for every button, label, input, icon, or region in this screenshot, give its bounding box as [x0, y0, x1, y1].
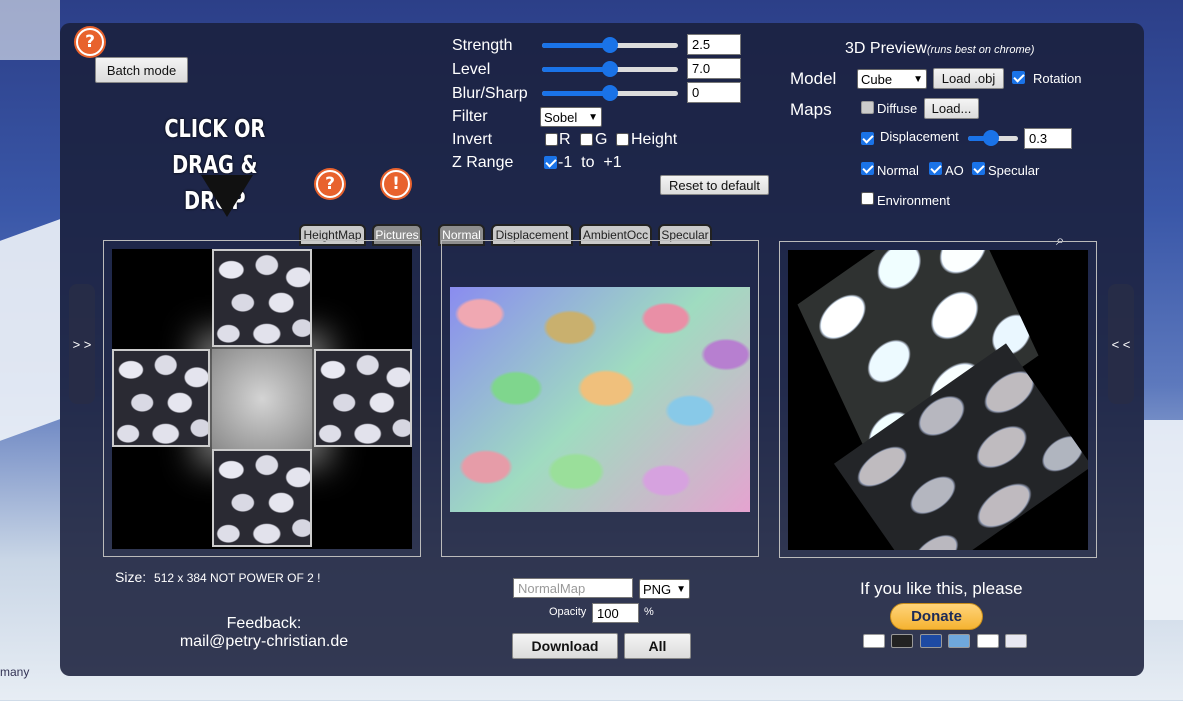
mastercard-icon: [891, 634, 914, 648]
ice-shard: [0, 0, 60, 60]
normal-checkbox[interactable]: [861, 162, 874, 175]
heightmap-viewport[interactable]: [103, 240, 421, 557]
ao-checkbox[interactable]: [929, 162, 942, 175]
open-left-panel-button[interactable]: > >: [69, 284, 95, 404]
ice-shard: [1144, 420, 1183, 620]
blur-sharp-slider[interactable]: [542, 85, 678, 101]
displacement-checkbox[interactable]: [861, 132, 874, 145]
chevron-down-icon: ▼: [676, 583, 686, 595]
environment-checkbox[interactable]: [861, 192, 874, 205]
heightmap-canvas: [112, 249, 412, 549]
opacity-percent: %: [644, 606, 654, 618]
z-range-checkbox[interactable]: [544, 156, 557, 169]
size-label: Size:: [115, 569, 147, 585]
displacement-input[interactable]: 0.3: [1024, 128, 1072, 149]
format-select[interactable]: PNG ▼: [639, 579, 690, 599]
specular-checkbox[interactable]: [972, 162, 985, 175]
level-label: Level: [452, 61, 491, 78]
normal-label: Normal: [877, 163, 919, 178]
invert-r-checkbox[interactable]: [545, 133, 558, 146]
payment-cards: [862, 634, 1028, 653]
open-right-panel-button[interactable]: < <: [1108, 284, 1134, 404]
filter-label: Filter: [452, 108, 488, 125]
invert-label: Invert: [452, 131, 493, 148]
strength-slider[interactable]: [542, 37, 678, 53]
maps-label: Maps: [790, 100, 832, 119]
model-label: Model: [790, 69, 837, 88]
level-slider[interactable]: [542, 61, 678, 77]
feedback-email[interactable]: mail@petry-christian.de: [160, 633, 368, 651]
displacement-label: Displacement: [880, 129, 959, 144]
filter-select[interactable]: Sobel ▼: [540, 107, 602, 127]
preview3d-title: 3D Preview(runs best on chrome): [845, 40, 1034, 58]
donate-button[interactable]: Donate: [890, 603, 983, 630]
help-icon[interactable]: ?: [76, 28, 104, 56]
invert-g-checkbox[interactable]: [580, 133, 593, 146]
normalmap-image: [450, 287, 750, 512]
load-obj-button[interactable]: Load .obj: [933, 68, 1004, 89]
preview3d-note: (runs best on chrome): [926, 44, 1035, 56]
ao-label: AO: [945, 163, 964, 178]
rotation-checkbox[interactable]: [1012, 71, 1025, 84]
ice-shard: [0, 219, 60, 441]
invert-height-label: Height: [631, 131, 678, 148]
diffuse-label: Diffuse: [877, 101, 918, 116]
feedback: Feedback: mail@petry-christian.de: [160, 615, 368, 651]
reset-default-button[interactable]: Reset to default: [660, 175, 769, 195]
opacity-label: Opacity: [549, 606, 587, 618]
download-all-button[interactable]: All: [624, 633, 691, 659]
z-range-value: -1 to +1: [558, 154, 622, 171]
filename-input[interactable]: NormalMap: [513, 578, 633, 598]
normalmap-viewport[interactable]: [441, 240, 759, 557]
heightmap-tile-right: [314, 349, 412, 447]
jcb-icon: [1005, 634, 1028, 648]
z-range-label: Z Range: [452, 154, 514, 171]
format-selected: PNG: [643, 581, 672, 597]
strength-input[interactable]: 2.5: [687, 34, 741, 55]
filter-selected: Sobel: [544, 109, 578, 125]
level-input[interactable]: 7.0: [687, 58, 741, 79]
specular-label: Specular: [988, 163, 1040, 178]
blur-sharp-label: Blur/Sharp: [452, 85, 528, 102]
preview3d-title-text: 3D Preview: [845, 40, 927, 57]
down-arrow-icon: [201, 175, 253, 217]
warning-icon[interactable]: !: [382, 170, 410, 198]
model-select[interactable]: Cube ▼: [857, 69, 927, 89]
strength-label: Strength: [452, 37, 513, 54]
heightmap-tile-bottom: [212, 449, 312, 547]
displacement-slider[interactable]: [968, 130, 1018, 146]
load-diffuse-button[interactable]: Load...: [924, 98, 979, 119]
model-selected: Cube: [861, 71, 893, 87]
invert-g-label: G: [595, 131, 608, 148]
rotation-label: Rotation: [1033, 71, 1082, 86]
footer-fragment: many: [0, 665, 30, 679]
environment-label: Environment: [877, 193, 950, 208]
maestro-icon: [919, 634, 942, 648]
heightmap-tile-left: [112, 349, 210, 447]
help-icon[interactable]: ?: [316, 170, 344, 198]
chevron-down-icon: ▼: [588, 111, 598, 123]
batch-mode-button[interactable]: Batch mode: [95, 57, 188, 83]
size-value: 512 x 384 NOT POWER OF 2 !: [154, 571, 321, 585]
preview3d-canvas: [788, 250, 1088, 550]
donate-text: If you like this, please: [860, 579, 1023, 598]
opacity-input[interactable]: 100: [592, 603, 639, 623]
heightmap-center: [212, 349, 312, 449]
visa-card-icon: [863, 634, 885, 648]
chevron-down-icon: ▼: [913, 73, 923, 85]
feedback-label: Feedback:: [226, 615, 302, 632]
size-info: Size: 512 x 384 NOT POWER OF 2 !: [115, 569, 321, 585]
main-panel: ? Batch mode CLICK OR DRAG & DROP ? ! St…: [60, 23, 1144, 676]
drop-hint-line1: CLICK OR: [164, 114, 266, 143]
download-button[interactable]: Download: [512, 633, 618, 659]
diffuse-checkbox[interactable]: [861, 101, 874, 114]
preview3d-viewport[interactable]: [779, 241, 1097, 558]
discover-icon: [976, 634, 999, 648]
heightmap-tile-top: [212, 249, 312, 347]
invert-r-label: R: [559, 131, 571, 148]
amex-icon: [948, 634, 971, 648]
blur-sharp-input[interactable]: 0: [687, 82, 741, 103]
invert-height-checkbox[interactable]: [616, 133, 629, 146]
